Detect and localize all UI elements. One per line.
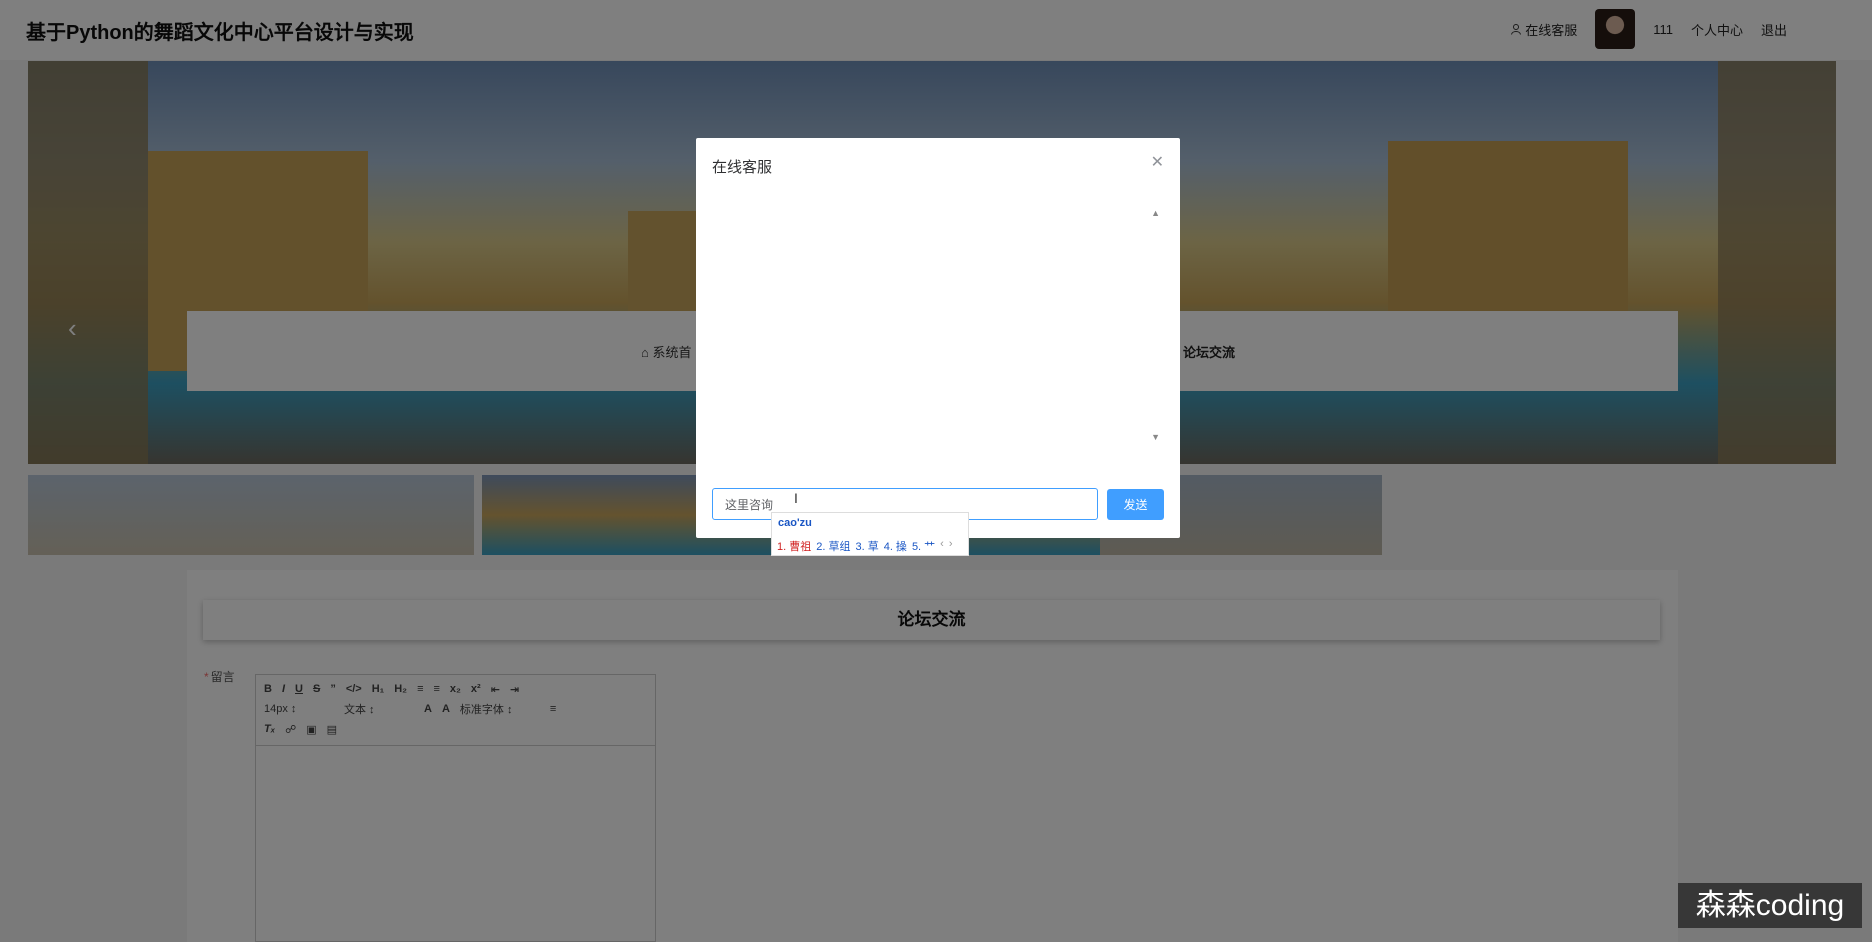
dialog-title: 在线客服 xyxy=(712,159,773,176)
ime-candidate[interactable]: 3. 草 xyxy=(855,538,878,554)
send-button[interactable]: 发送 xyxy=(1107,489,1164,520)
ime-pinyin: cao'zu xyxy=(778,517,812,529)
scroll-up-icon[interactable]: ▲ xyxy=(1151,208,1160,218)
chat-messages[interactable] xyxy=(712,204,1164,444)
ime-candidate[interactable]: 4. 操 xyxy=(884,538,907,554)
ime-candidate[interactable]: 2. 草组 xyxy=(816,538,850,554)
ime-candidate-popup: cao'zu 1. 曹祖 2. 草组 3. 草 4. 操 5. 艹 ‹ › xyxy=(771,512,969,556)
ime-candidate[interactable]: 1. 曹祖 xyxy=(777,538,811,554)
ime-next-icon[interactable]: › xyxy=(949,538,953,554)
watermark: 森森coding xyxy=(1678,883,1862,928)
text-cursor-icon: I xyxy=(794,490,798,506)
ime-prev-icon[interactable]: ‹ xyxy=(940,538,944,554)
ime-candidate[interactable]: 5. 艹 xyxy=(912,538,935,554)
close-icon[interactable]: ✕ xyxy=(1151,152,1164,172)
scroll-down-icon[interactable]: ▼ xyxy=(1151,432,1160,442)
page: 基于Python的舞蹈文化中心平台设计与实现 在线客服 111 个人中心 退出 … xyxy=(0,0,1872,942)
ime-candidates: 1. 曹祖 2. 草组 3. 草 4. 操 5. 艹 ‹ › xyxy=(777,538,953,554)
online-service-dialog: 在线客服 ✕ ▲ ▼ 发送 xyxy=(696,138,1180,538)
